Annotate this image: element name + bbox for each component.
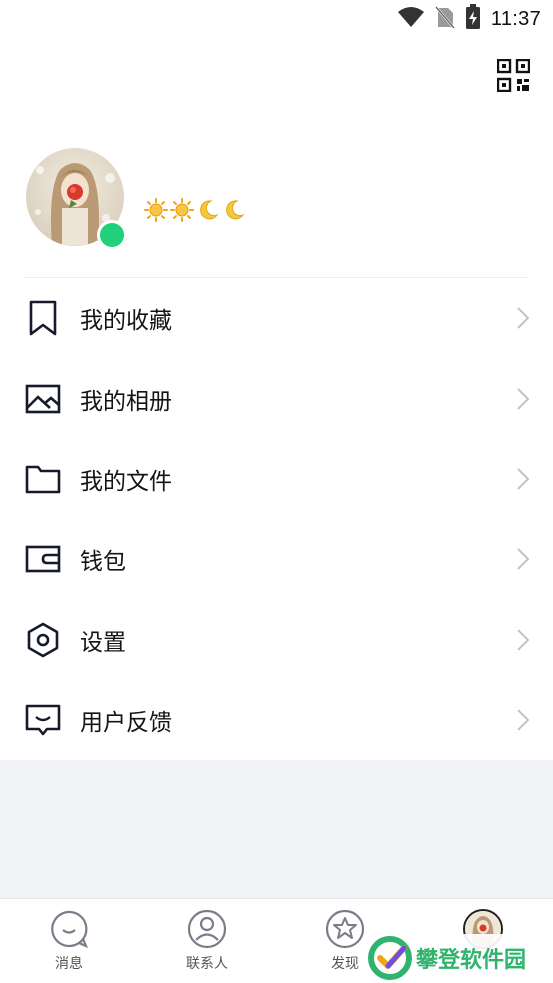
menu-item-label: 我的收藏 <box>80 308 172 335</box>
menu-item-files[interactable]: 我的文件 <box>0 439 553 519</box>
nav-label: 联系人 <box>186 956 228 972</box>
chevron-right-icon <box>515 306 531 330</box>
checkmark-logo-icon <box>368 936 412 980</box>
chevron-right-icon <box>515 708 531 732</box>
qr-code-icon <box>496 58 531 93</box>
menu-item-label: 钱包 <box>80 549 126 576</box>
watermark-text: 攀登软件园 <box>416 948 527 973</box>
menu-item-label: 我的文件 <box>80 468 172 495</box>
moon-icon <box>222 198 246 226</box>
wifi-icon <box>397 6 425 32</box>
battery-charging-icon <box>465 4 481 34</box>
status-bar: 11:37 <box>0 0 553 38</box>
bookmark-icon <box>24 299 62 337</box>
photo-album-icon <box>24 380 62 418</box>
no-sim-icon <box>435 5 455 33</box>
sun-icon <box>170 198 194 226</box>
chevron-right-icon <box>515 628 531 652</box>
chevron-right-icon <box>515 547 531 571</box>
menu-item-label: 用户反馈 <box>80 710 172 737</box>
settings-hexagon-icon <box>24 621 62 659</box>
menu-item-label: 设置 <box>80 629 126 656</box>
sun-icon <box>144 198 168 226</box>
status-time: 11:37 <box>490 7 541 30</box>
tab-messages[interactable]: 消息 <box>0 899 138 983</box>
discover-icon <box>325 909 365 949</box>
menu-list: 我的收藏 我的相册 我的文件 钱包 设置 用户反馈 <box>0 278 553 760</box>
nav-label: 发现 <box>331 956 359 972</box>
chevron-right-icon <box>515 467 531 491</box>
profile-section[interactable] <box>0 140 553 278</box>
watermark: 攀登软件园 <box>368 934 548 982</box>
menu-item-wallet[interactable]: 钱包 <box>0 519 553 599</box>
menu-item-settings[interactable]: 设置 <box>0 600 553 680</box>
nav-label: 消息 <box>55 956 83 972</box>
menu-item-album[interactable]: 我的相册 <box>0 358 553 438</box>
message-icon <box>51 910 89 949</box>
folder-icon <box>24 460 62 498</box>
status-icons: 11:37 <box>397 4 541 34</box>
level-badges <box>144 198 246 226</box>
menu-item-favorites[interactable]: 我的收藏 <box>0 278 553 358</box>
wallet-icon <box>24 540 62 578</box>
contacts-icon <box>187 909 227 949</box>
menu-item-feedback[interactable]: 用户反馈 <box>0 680 553 760</box>
moon-icon <box>196 198 220 226</box>
empty-background-area <box>0 760 553 898</box>
tab-contacts[interactable]: 联系人 <box>138 899 276 983</box>
menu-item-label: 我的相册 <box>80 388 172 415</box>
chevron-right-icon <box>515 387 531 411</box>
online-status-dot <box>97 220 127 250</box>
feedback-icon <box>24 701 62 739</box>
qr-code-button[interactable] <box>496 58 531 93</box>
